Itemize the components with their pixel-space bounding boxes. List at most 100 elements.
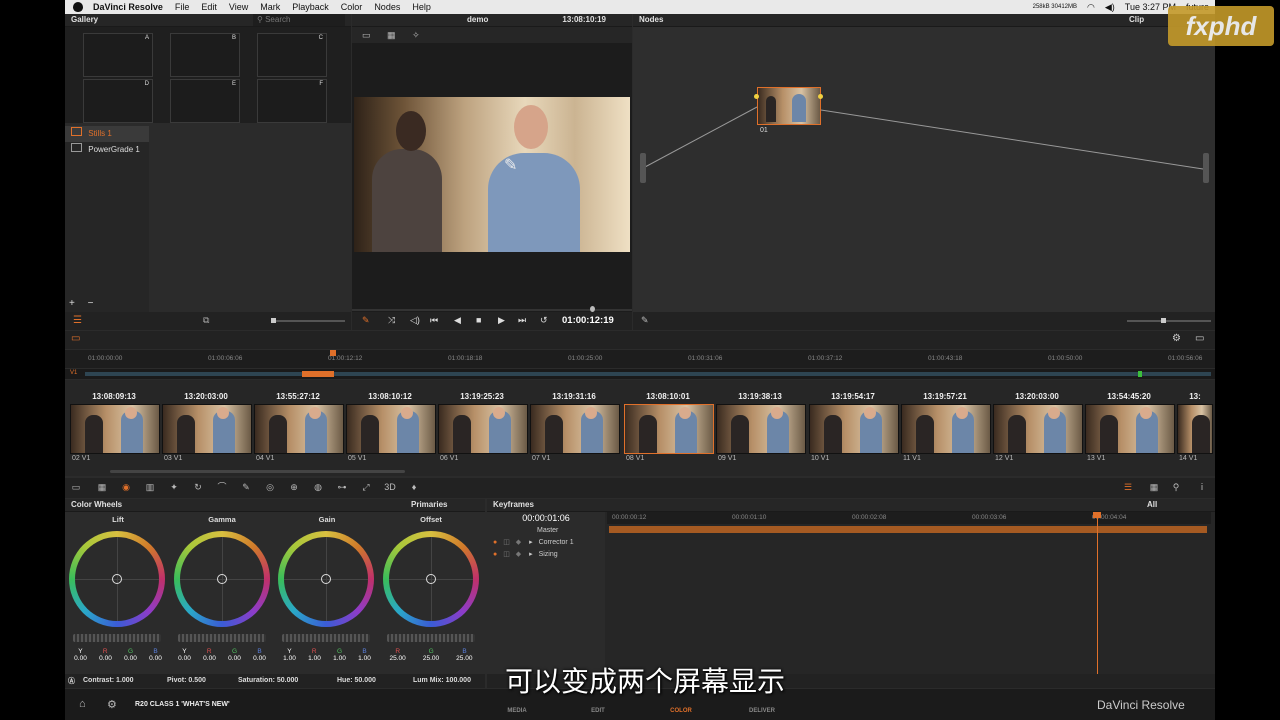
page-tab-color[interactable]: COLOR — [651, 708, 711, 714]
gamma-g-value[interactable]: 0.00 — [228, 655, 241, 662]
menu-view[interactable]: View — [229, 2, 248, 12]
keyframe-diamond-icon[interactable]: ◆ — [516, 551, 521, 558]
split-view-icon[interactable]: ▦ — [387, 30, 396, 40]
keyframe-mode-icon[interactable]: ☰ — [1123, 482, 1133, 492]
expand-icon[interactable]: ▸ — [529, 539, 533, 546]
3d-icon[interactable]: 3D — [383, 482, 397, 492]
clip-thumbnail[interactable] — [346, 404, 436, 454]
corrector-node[interactable] — [754, 87, 823, 125]
still-e[interactable]: E — [170, 79, 240, 123]
track-sizing[interactable]: ● ◫ ◆ ▸ Sizing — [487, 549, 605, 561]
blur-icon[interactable]: ◍ — [313, 482, 323, 492]
color-wheels-icon[interactable]: ◉ — [121, 482, 131, 492]
shuffle-icon[interactable]: ⤨ — [388, 315, 395, 326]
keyframe-enable-icon[interactable]: ● — [493, 551, 497, 558]
master-keyframe-bar[interactable] — [609, 526, 1207, 533]
node-input-dot[interactable] — [754, 94, 759, 99]
menu-playback[interactable]: Playback — [292, 2, 329, 12]
offset-wheel[interactable] — [383, 531, 479, 627]
sizing-icon[interactable]: ⤢ — [361, 482, 371, 492]
app-menu[interactable]: DaVinci Resolve — [93, 2, 163, 12]
still-a[interactable]: A — [83, 33, 153, 77]
curves-icon[interactable]: ↻ — [193, 482, 203, 492]
contrast-value[interactable]: Contrast: 1.000 — [83, 677, 134, 684]
clip-thumbnail[interactable] — [438, 404, 528, 454]
green-marker[interactable] — [1138, 371, 1142, 377]
audio-icon[interactable]: ◁) — [410, 315, 420, 326]
track-corrector-1[interactable]: ● ◫ ◆ ▸ Corrector 1 — [487, 537, 605, 549]
page-tab-edit[interactable]: EDIT — [568, 708, 628, 714]
lock-icon[interactable]: ◫ — [503, 539, 510, 546]
keyframe-playhead[interactable] — [1097, 512, 1098, 677]
page-tab-deliver[interactable]: DELIVER — [732, 708, 792, 714]
eyedropper-icon[interactable]: ✎ — [504, 155, 517, 175]
wifi-icon[interactable]: ◠ — [1087, 2, 1095, 13]
current-clip-marker[interactable] — [302, 371, 334, 377]
album-powergrade-1[interactable]: PowerGrade 1 — [65, 142, 149, 158]
hue-value[interactable]: Hue: 50.000 — [337, 677, 376, 684]
lift-g-value[interactable]: 0.00 — [124, 655, 137, 662]
volume-icon[interactable]: ◀) — [1105, 2, 1115, 13]
lock-icon[interactable]: ◫ — [503, 551, 510, 558]
eyedropper-tool-icon[interactable]: ✎ — [241, 482, 251, 492]
grab-still-icon[interactable]: ⧉ — [203, 315, 209, 326]
lift-y-value[interactable]: 0.00 — [74, 655, 87, 662]
tracker-icon[interactable]: ⊕ — [289, 482, 299, 492]
single-view-icon[interactable]: ▭ — [362, 30, 371, 40]
gain-master-wheel[interactable] — [282, 634, 370, 642]
loop-icon[interactable]: ↺ — [540, 315, 548, 326]
clip-thumbnail[interactable] — [254, 404, 344, 454]
clip-thumbnail[interactable] — [993, 404, 1083, 454]
still-b[interactable]: B — [170, 33, 240, 77]
keyframe-icon[interactable]: ♦ — [409, 482, 419, 492]
clip-thumbnail[interactable] — [809, 404, 899, 454]
add-album-button[interactable]: + — [69, 298, 75, 309]
clip-thumbnail[interactable] — [901, 404, 991, 454]
still-f[interactable]: F — [257, 79, 327, 123]
page-tab-media[interactable]: MEDIA — [487, 708, 547, 714]
picker-icon[interactable]: ✎ — [362, 315, 370, 326]
album-stills-1[interactable]: Stills 1 — [65, 126, 149, 142]
menu-file[interactable]: File — [175, 2, 190, 12]
lift-wheel[interactable] — [69, 531, 165, 627]
timeline-playhead[interactable] — [330, 350, 336, 356]
node-pointer-icon[interactable]: ✎ — [641, 315, 649, 326]
gamma-master-wheel[interactable] — [178, 634, 266, 642]
color-match-icon[interactable]: ▦ — [97, 482, 107, 492]
menu-color[interactable]: Color — [341, 2, 363, 12]
settings-icon[interactable]: ⚙ — [107, 698, 117, 711]
wand-icon[interactable]: ✧ — [412, 30, 420, 40]
thumbnail-size-slider[interactable] — [271, 318, 345, 323]
auto-balance-icon[interactable]: Ⓐ — [68, 676, 75, 686]
timeline-view-icon[interactable]: ▭ — [1195, 333, 1204, 344]
home-icon[interactable]: ⌂ — [79, 698, 86, 710]
gain-b-value[interactable]: 1.00 — [358, 655, 371, 662]
menu-edit[interactable]: Edit — [201, 2, 217, 12]
key-icon[interactable]: ⊶ — [337, 482, 347, 492]
keyframes-filter-dropdown[interactable]: All — [1147, 499, 1157, 511]
qualifier-icon[interactable]: ⌒ — [217, 482, 227, 492]
gamma-wheel[interactable] — [174, 531, 270, 627]
menu-nodes[interactable]: Nodes — [374, 2, 400, 12]
clip-thumbnail[interactable] — [162, 404, 252, 454]
apple-icon[interactable] — [73, 2, 83, 12]
window-icon[interactable]: ◎ — [265, 482, 275, 492]
lift-b-value[interactable]: 0.00 — [149, 655, 162, 662]
still-c[interactable]: C — [257, 33, 327, 77]
info-icon[interactable]: ⅰ — [1197, 482, 1207, 492]
saturation-value[interactable]: Saturation: 50.000 — [238, 677, 298, 684]
keyframe-playhead-handle[interactable] — [1093, 512, 1101, 518]
offset-g-value[interactable]: 25.00 — [423, 655, 439, 662]
clip-thumbnail[interactable] — [716, 404, 806, 454]
gallery-search[interactable]: ⚲ Search — [253, 14, 345, 26]
keyframes-ruler[interactable]: 00:00:00:12 00:00:01:10 00:00:02:08 00:0… — [607, 512, 1211, 524]
clip-thumbnail[interactable] — [1085, 404, 1175, 454]
offset-master-wheel[interactable] — [387, 634, 475, 642]
offset-r-value[interactable]: 25.00 — [390, 655, 406, 662]
nodes-mode[interactable]: Clip — [1129, 14, 1144, 26]
node-zoom-slider[interactable] — [1127, 318, 1211, 323]
gain-r-value[interactable]: 1.00 — [308, 655, 321, 662]
list-icon[interactable]: ☰ — [73, 315, 82, 326]
clip-thumbnail[interactable] — [530, 404, 620, 454]
gamma-y-value[interactable]: 0.00 — [178, 655, 191, 662]
